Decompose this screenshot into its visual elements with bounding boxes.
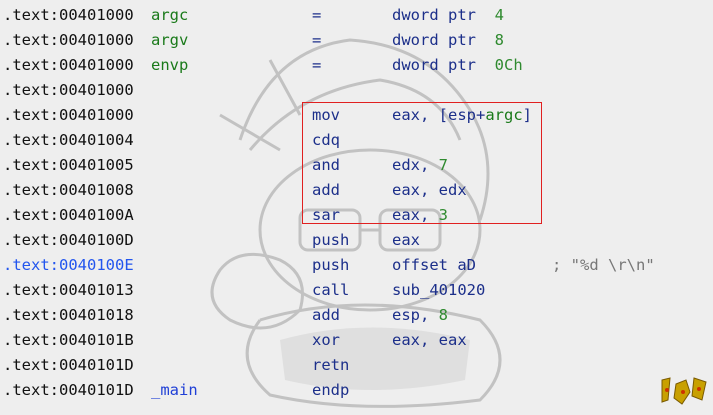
mnemonic[interactable]: call <box>312 278 349 303</box>
label[interactable]: _main <box>151 378 198 403</box>
operand-text: dword ptr <box>392 31 495 49</box>
address[interactable]: .text:00401005 <box>3 153 134 178</box>
operand-number: 0Ch <box>494 56 523 74</box>
address[interactable]: .text:0040101D <box>3 353 134 378</box>
address[interactable]: .text:0040100E <box>3 253 134 278</box>
operand[interactable]: sub_401020 <box>392 278 485 303</box>
address[interactable]: .text:00401004 <box>3 128 134 153</box>
mnemonic[interactable]: = <box>312 53 321 78</box>
address[interactable]: .text:0040101B <box>3 328 134 353</box>
operand-text: dword ptr <box>392 6 495 24</box>
operand-text: eax <box>392 231 420 249</box>
mnemonic[interactable]: add <box>312 303 340 328</box>
operand-text: eax, eax <box>392 331 467 349</box>
operand[interactable]: offset aD <box>392 253 476 278</box>
operand-text: offset aD <box>392 256 476 274</box>
operand[interactable]: esp, 8 <box>392 303 448 328</box>
operand[interactable]: eax, eax <box>392 328 467 353</box>
address[interactable]: .text:0040100D <box>3 228 134 253</box>
operand-text: dword ptr <box>392 56 495 74</box>
operand-number: 4 <box>494 6 504 24</box>
mnemonic[interactable]: retn <box>312 353 349 378</box>
address[interactable]: .text:00401000 <box>3 53 134 78</box>
address[interactable]: .text:00401008 <box>3 178 134 203</box>
mnemonic[interactable]: = <box>312 28 321 53</box>
mnemonic[interactable]: xor <box>312 328 340 353</box>
comment: ; "%d \r\n" <box>552 256 655 274</box>
operand-text: sub_401020 <box>392 281 486 299</box>
address[interactable]: .text:00401018 <box>3 303 134 328</box>
address[interactable]: .text:00401000 <box>3 103 134 128</box>
mnemonic[interactable]: = <box>312 3 321 28</box>
address[interactable]: .text:00401000 <box>3 28 134 53</box>
address[interactable]: .text:00401000 <box>3 78 134 103</box>
operand-number: 8 <box>438 306 449 324</box>
address[interactable]: .text:00401000 <box>3 3 134 28</box>
operand[interactable]: eax <box>392 228 420 253</box>
operand-number: 8 <box>494 31 504 49</box>
mnemonic[interactable]: push <box>312 228 349 253</box>
operand-text: esp, <box>392 306 439 324</box>
operand[interactable]: dword ptr 8 <box>392 28 504 53</box>
label[interactable]: argc <box>151 3 188 28</box>
operand[interactable]: dword ptr 0Ch <box>392 53 523 78</box>
address[interactable]: .text:0040101D <box>3 378 134 403</box>
label[interactable]: envp <box>151 53 188 78</box>
operand[interactable]: dword ptr 4 <box>392 3 504 28</box>
address[interactable]: .text:0040100A <box>3 203 134 228</box>
mnemonic[interactable]: push <box>312 253 349 278</box>
address[interactable]: .text:00401013 <box>3 278 134 303</box>
mnemonic[interactable]: endp <box>312 378 349 403</box>
stamp-icon <box>661 377 707 405</box>
label[interactable]: argv <box>151 28 188 53</box>
highlight-box <box>302 102 542 224</box>
